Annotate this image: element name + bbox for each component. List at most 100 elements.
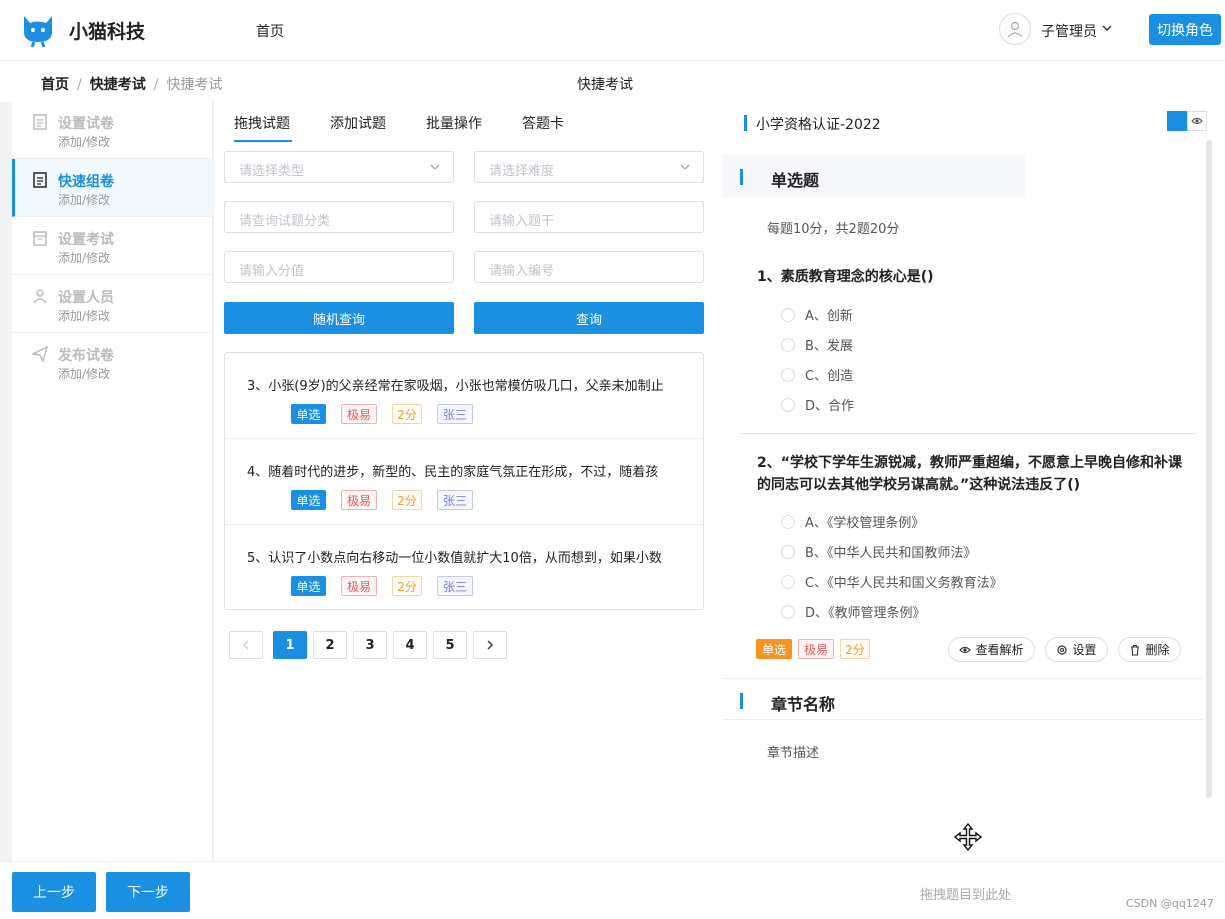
breadcrumb-quick-exam[interactable]: 快捷考试 (90, 77, 146, 93)
chapter-header[interactable]: 章节名称 (723, 678, 1203, 720)
step-subtitle: 添加/修改 (58, 251, 111, 265)
avatar[interactable] (999, 13, 1031, 45)
query-button[interactable]: 查询 (474, 302, 704, 334)
settings-button[interactable]: 设置 (1045, 637, 1108, 662)
active-tab-indicator (234, 140, 292, 142)
paper-title: 小学资格认证-2022 (756, 117, 881, 133)
option-a[interactable]: A、《学校管理条例》 (781, 512, 924, 531)
tab-drag-questions[interactable]: 拖拽试题 (234, 113, 290, 133)
option-d[interactable]: D、《教师管理条例》 (781, 602, 926, 621)
random-query-button[interactable]: 随机查询 (224, 302, 454, 334)
step-title: 发布试卷 (58, 348, 114, 364)
preview-eye-icon[interactable] (1187, 111, 1207, 131)
eye-icon (1191, 117, 1203, 125)
cat-logo-icon[interactable] (20, 12, 56, 48)
score-tag: 2分 (840, 639, 870, 659)
tab-answer-card[interactable]: 答题卡 (522, 113, 564, 133)
chevron-down-icon (430, 164, 440, 170)
step-publish[interactable]: 发布试卷 添加/修改 (12, 333, 213, 391)
list-item[interactable]: 4、随着时代的进步，新型的、民主的家庭气氛正在形成，不过，随着孩 单选 极易 2… (225, 439, 703, 525)
option-c[interactable]: C、创造 (781, 365, 853, 384)
breadcrumb-separator: / (77, 77, 82, 93)
option-label: D、合作 (805, 399, 855, 414)
author-tag: 张三 (437, 404, 473, 424)
radio-button[interactable] (781, 367, 795, 382)
step-set-people[interactable]: 设置人员 添加/修改 (12, 275, 213, 333)
option-c[interactable]: C、《中华人民共和国义务教育法》 (781, 572, 1003, 591)
page-title: 快捷考试 (577, 77, 633, 93)
pagination-page-2[interactable]: 2 (313, 631, 347, 659)
edit-mode-icon[interactable] (1167, 111, 1187, 131)
difficulty-select-placeholder: 请选择难度 (489, 164, 555, 179)
radio-button[interactable] (781, 574, 795, 589)
code-input-placeholder: 请输入编号 (489, 264, 555, 279)
pagination-page-4[interactable]: 4 (393, 631, 427, 659)
pagination-next[interactable] (473, 631, 507, 659)
scrollbar[interactable] (1206, 140, 1212, 798)
next-step-button[interactable]: 下一步 (106, 872, 190, 912)
author-tag: 张三 (437, 490, 473, 510)
score-input-placeholder: 请输入分值 (239, 264, 305, 279)
type-select-placeholder: 请选择类型 (239, 164, 305, 179)
user-name-dropdown[interactable]: 子管理员 (1041, 21, 1097, 41)
nav-home-link[interactable]: 首页 (256, 21, 284, 41)
stem-input[interactable]: 请输入题干 (474, 201, 704, 233)
radio-button[interactable] (781, 604, 795, 619)
type-tag: 单选 (756, 639, 792, 659)
document-icon (33, 172, 47, 188)
radio-button[interactable] (781, 307, 795, 322)
breadcrumb-home[interactable]: 首页 (41, 77, 69, 93)
category-input[interactable]: 请查询试题分类 (224, 201, 454, 233)
breadcrumb-separator: / (153, 77, 159, 93)
view-analysis-button[interactable]: 查看解析 (948, 637, 1035, 662)
question-divider (740, 433, 1197, 434)
section-title: 单选题 (771, 171, 820, 190)
option-a[interactable]: A、创新 (781, 305, 853, 324)
list-item[interactable]: 5、认识了小数点向右移动一位小数值就扩大10倍，从而想到，如果小数 单选 极易 … (225, 525, 703, 609)
tab-batch-ops[interactable]: 批量操作 (426, 113, 482, 133)
step-set-paper[interactable]: 设置试卷 添加/修改 (12, 101, 213, 159)
top-bar: 小猫科技 首页 子管理员 切换角色 (0, 0, 1225, 60)
list-item[interactable]: 3、小张(9岁)的父亲经常在家吸烟，小张也常模仿吸几口，父亲未加制止 单选 极易… (225, 353, 703, 439)
user-avatar-icon (1007, 21, 1023, 38)
step-set-exam[interactable]: 设置考试 添加/修改 (12, 217, 213, 275)
code-input[interactable]: 请输入编号 (474, 251, 704, 283)
prev-step-button[interactable]: 上一步 (12, 872, 96, 912)
difficulty-tag: 极易 (798, 639, 834, 659)
delete-label: 删除 (1145, 643, 1170, 657)
pagination-page-1[interactable]: 1 (273, 631, 307, 659)
breadcrumb: 首页 / 快捷考试 / 快捷考试 (41, 74, 222, 94)
pagination-prev[interactable] (229, 631, 263, 659)
type-tag: 单选 (291, 490, 326, 510)
document-icon (33, 114, 47, 130)
difficulty-select[interactable]: 请选择难度 (474, 151, 704, 183)
option-b[interactable]: B、发展 (781, 335, 853, 354)
option-label: A、《学校管理条例》 (805, 516, 925, 531)
breadcrumb-bar: 首页 / 快捷考试 / 快捷考试 快捷考试 (0, 60, 1225, 102)
radio-button[interactable] (781, 337, 795, 352)
radio-button[interactable] (781, 397, 795, 412)
brand-name: 小猫科技 (69, 21, 146, 43)
paper-question-title: 1、素质教育理念的核心是() (757, 269, 934, 285)
option-b[interactable]: B、《中华人民共和国教师法》 (781, 542, 976, 561)
pagination-page-3[interactable]: 3 (353, 631, 387, 659)
delete-button[interactable]: 删除 (1118, 637, 1181, 662)
chevron-down-icon[interactable] (1101, 22, 1113, 34)
step-quick-compose[interactable]: 快速组卷 添加/修改 (12, 159, 213, 217)
difficulty-tag: 极易 (341, 490, 377, 510)
step-title: 快速组卷 (58, 174, 114, 190)
section-header[interactable]: 单选题 (723, 155, 1025, 197)
option-label: C、创造 (805, 369, 854, 384)
option-d[interactable]: D、合作 (781, 395, 854, 414)
pagination-page-5[interactable]: 5 (433, 631, 467, 659)
switch-role-button[interactable]: 切换角色 (1149, 14, 1221, 45)
radio-button[interactable] (781, 514, 795, 529)
radio-button[interactable] (781, 544, 795, 559)
step-subtitle: 添加/修改 (58, 309, 111, 323)
view-analysis-label: 查看解析 (975, 643, 1024, 657)
type-select[interactable]: 请选择类型 (224, 151, 454, 183)
score-input[interactable]: 请输入分值 (224, 251, 454, 283)
score-tag: 2分 (392, 576, 422, 596)
type-tag: 单选 (291, 404, 326, 424)
tab-add-questions[interactable]: 添加试题 (330, 113, 386, 133)
